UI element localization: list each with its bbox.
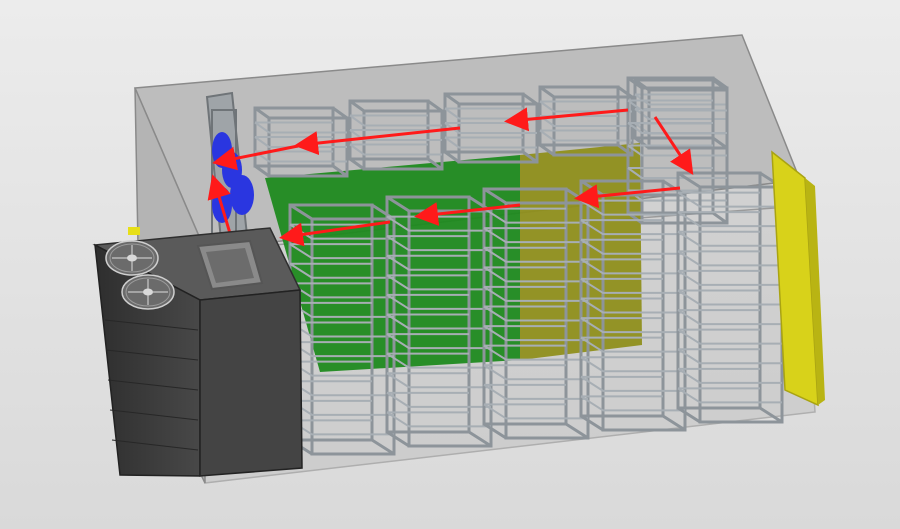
- heat-pump-side: [199, 289, 303, 477]
- drying-chamber-scene: [0, 0, 900, 529]
- condenser-fan-icon: [105, 240, 159, 276]
- condenser-fan-icon: [121, 274, 175, 310]
- heat-pump-yellow-tag: [128, 227, 140, 235]
